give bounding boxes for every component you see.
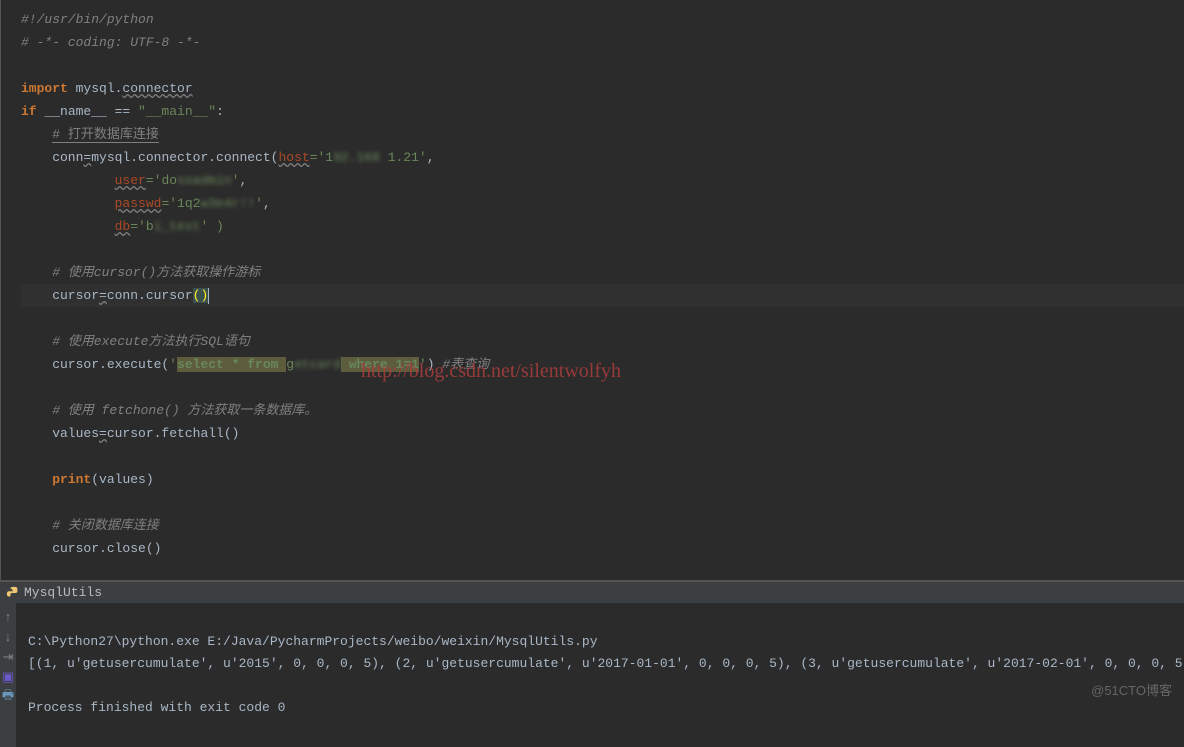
comment-execute: # 使用execute方法执行SQL语句 bbox=[21, 334, 250, 349]
connector-link[interactable]: connector bbox=[122, 81, 192, 96]
console-panel: MysqlUtils ↑ ↓ ⇥ ▣ 🖶 C:\Python27\python.… bbox=[0, 580, 1184, 747]
coding-line: # -*- coding: UTF-8 -*- bbox=[21, 35, 200, 50]
bottom-watermark: @51CTO博客 bbox=[1091, 680, 1172, 699]
console-output[interactable]: C:\Python27\python.exe E:/Java/PycharmPr… bbox=[16, 603, 1184, 747]
print-keyword: print bbox=[52, 472, 91, 487]
console-tab[interactable]: MysqlUtils bbox=[0, 581, 1184, 603]
current-line[interactable]: cursor=conn.cursor() bbox=[21, 284, 1184, 307]
console-line-1: C:\Python27\python.exe E:/Java/PycharmPr… bbox=[28, 634, 598, 649]
import-keyword: import bbox=[21, 81, 68, 96]
if-keyword: if bbox=[21, 104, 37, 119]
wrap-icon[interactable]: ⇥ bbox=[0, 649, 16, 665]
python-icon bbox=[6, 586, 20, 600]
shebang-line: #!/usr/bin/python bbox=[21, 12, 154, 27]
code-editor[interactable]: #!/usr/bin/python # -*- coding: UTF-8 -*… bbox=[0, 0, 1184, 580]
print-icon[interactable]: 🖶 bbox=[0, 689, 16, 705]
toggle-icon[interactable]: ▣ bbox=[0, 669, 16, 685]
comment-close: # 关闭数据库连接 bbox=[21, 518, 159, 533]
console-gutter: ↑ ↓ ⇥ ▣ 🖶 bbox=[0, 603, 16, 747]
console-line-3: Process finished with exit code 0 bbox=[28, 700, 285, 715]
comment-cursor: # 使用cursor()方法获取操作游标 bbox=[21, 265, 260, 280]
comment-fetchone: # 使用 fetchone() 方法获取一条数据库。 bbox=[21, 403, 317, 418]
text-cursor bbox=[208, 288, 209, 304]
arrow-down-icon[interactable]: ↓ bbox=[0, 629, 16, 645]
comment-open-db: # 打开数据库连接 bbox=[52, 127, 159, 143]
arrow-up-icon[interactable]: ↑ bbox=[0, 609, 16, 625]
console-tab-label: MysqlUtils bbox=[24, 585, 102, 600]
console-line-2: [(1, u'getusercumulate', u'2015', 0, 0, … bbox=[28, 656, 1184, 671]
